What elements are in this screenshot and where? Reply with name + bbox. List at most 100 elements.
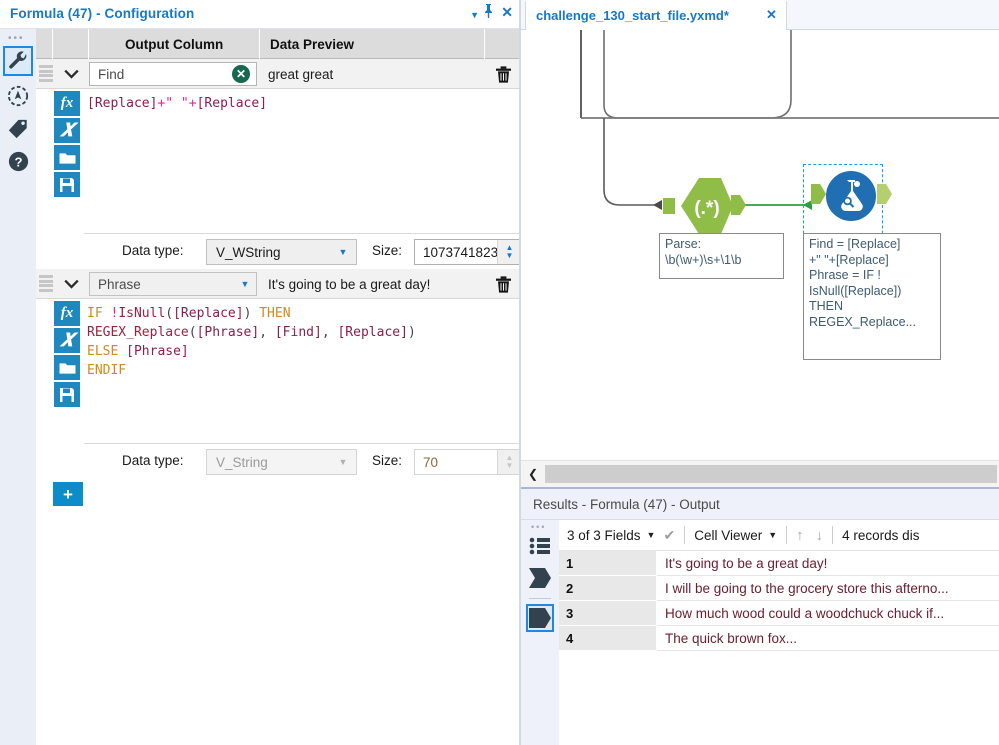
formula-expression-editor[interactable]: IF !IsNull([Replace]) THEN REGEX_Replace(…	[84, 302, 521, 437]
expression-token: +	[188, 96, 197, 111]
fx-icon[interactable]: fx	[54, 91, 80, 116]
check-icon[interactable]: ✔	[663, 527, 675, 544]
scroll-left-button[interactable]: ❮	[523, 463, 543, 485]
regex-output-port[interactable]	[731, 193, 747, 220]
expression-token: [Replace]	[87, 96, 158, 111]
save-icon[interactable]	[54, 382, 80, 407]
cell-record[interactable]: 4	[559, 626, 657, 651]
expression-token: )	[407, 325, 416, 340]
tab-label: challenge_130_start_file.yxmd*	[536, 8, 729, 23]
table-row[interactable]: 4 The quick brown fox...	[559, 626, 999, 651]
workflow-canvas[interactable]: (.*) Parse: \b(\w+)\s+\1\b Find = [Repla…	[521, 30, 999, 460]
results-toolbar: 3 of 3 Fields ▼ ✔ Cell Viewer ▼ ↑ ↓ 4 re…	[559, 520, 999, 551]
output-anchor-icon[interactable]	[526, 604, 554, 632]
formula-expression-editor[interactable]: [Replace]+" "+[Replace]	[84, 92, 521, 227]
regex-tool[interactable]: (.*)	[663, 176, 735, 239]
expression-token: [Phrase]	[126, 344, 189, 359]
tag-icon[interactable]	[3, 114, 33, 144]
records-status: 4 records dis	[842, 527, 920, 543]
config-panel-empty-area	[36, 506, 521, 745]
toolbar-divider	[684, 526, 686, 544]
help-icon[interactable]: ?	[3, 146, 33, 176]
cell-phrase[interactable]: The quick brown fox...	[657, 626, 999, 651]
chevron-down-icon[interactable]	[56, 272, 86, 296]
chevron-down-icon[interactable]	[56, 62, 86, 86]
output-column-value: Phrase	[98, 276, 141, 292]
page-title: Formula (47) - Configuration	[10, 6, 195, 21]
formula-tool-annotation: Find = [Replace] +" "+[Replace] Phrase =…	[803, 233, 941, 360]
output-column-input[interactable]: Find ✕	[89, 62, 257, 86]
formula-row-header: Phrase ▼ It's going to be a great day!	[36, 269, 521, 299]
tab-workflow[interactable]: challenge_130_start_file.yxmd* ✕	[525, 0, 787, 30]
regex-tool-annotation: Parse: \b(\w+)\s+\1\b	[659, 233, 784, 279]
stepper-down-icon: ▼	[505, 251, 514, 260]
chevron-down-icon: ▼	[646, 530, 656, 540]
cell-phrase[interactable]: I will be going to the grocery store thi…	[657, 576, 999, 601]
clear-icon[interactable]: ✕	[232, 65, 250, 83]
scrollbar-thumb[interactable]	[545, 465, 997, 483]
close-icon[interactable]: ✕	[501, 4, 513, 20]
toolbar-divider	[786, 526, 788, 544]
chi-variable-icon[interactable]: 𝑿	[54, 118, 80, 143]
target-icon[interactable]	[3, 81, 33, 111]
regex-tool-glyph: (.*)	[694, 198, 719, 219]
cell-phrase[interactable]: It's going to be a great day!	[657, 551, 999, 576]
toolbar-divider	[832, 526, 834, 544]
grid-header-expand	[53, 29, 89, 59]
expression-token: ,	[259, 325, 275, 340]
expression-token: [Phrase]	[196, 325, 260, 340]
formula-output-port[interactable]	[877, 182, 893, 209]
results-title: Results - Formula (47) - Output	[533, 497, 720, 512]
canvas-horizontal-scrollbar[interactable]: ❮	[521, 460, 999, 487]
expression-token: REGEX_Replace	[87, 325, 189, 340]
fields-label: 3 of 3 Fields	[567, 527, 641, 543]
chevron-down-icon[interactable]: ▼	[470, 7, 479, 23]
add-formula-button[interactable]: +	[53, 482, 83, 506]
tab-strip: challenge_130_start_file.yxmd* ✕	[521, 0, 999, 30]
expression-token: [Replace]	[337, 325, 408, 340]
save-icon[interactable]	[54, 172, 80, 197]
rail-divider	[529, 598, 551, 599]
cell-record[interactable]: 1	[559, 551, 657, 576]
cell-phrase[interactable]: How much wood could a woodchuck chuck if…	[657, 601, 999, 626]
fx-icon[interactable]: fx	[54, 301, 80, 326]
view-mode-selector[interactable]: Cell Viewer ▼	[694, 528, 777, 543]
formula-tool[interactable]	[825, 170, 877, 225]
drag-handle-icon[interactable]	[39, 65, 53, 82]
rail-dots: •••	[8, 33, 25, 44]
results-titlebar: Results - Formula (47) - Output	[521, 489, 999, 520]
view-mode-label: Cell Viewer	[694, 527, 763, 543]
arrow-up-icon[interactable]: ↑	[796, 527, 804, 544]
chevron-down-icon: ▼	[338, 247, 348, 257]
wrench-icon[interactable]	[3, 46, 33, 76]
data-type-select[interactable]: V_WString ▼	[206, 239, 357, 265]
open-folder-icon[interactable]	[54, 145, 80, 170]
table-row[interactable]: 1 It's going to be a great day!	[559, 551, 999, 576]
arrow-down-icon[interactable]: ↓	[816, 527, 824, 544]
open-folder-icon[interactable]	[54, 355, 80, 380]
fields-selector[interactable]: 3 of 3 Fields ▼	[567, 528, 655, 543]
delete-row-button[interactable]	[491, 63, 515, 85]
rail-dots: •••	[531, 522, 547, 532]
pin-icon[interactable]	[482, 4, 495, 21]
size-label: Size:	[372, 453, 403, 468]
delete-row-button[interactable]	[491, 273, 515, 295]
stepper-down-icon: ▼	[505, 461, 514, 470]
expression-token: (	[165, 306, 174, 321]
svg-text:?: ?	[14, 154, 22, 169]
cell-record[interactable]: 3	[559, 601, 657, 626]
formula-grid-header: Output Column Data Preview	[36, 29, 521, 59]
table-row[interactable]: 2I will be going to the grocery store th…	[559, 576, 999, 601]
expression-token: ENDIF	[87, 363, 127, 378]
cell-record[interactable]: 2	[559, 576, 657, 601]
quantity-stepper[interactable]: ▲ ▼	[497, 240, 521, 264]
table-row[interactable]: 3 How much wood could a woodchuck chuck i…	[559, 601, 999, 626]
chi-variable-icon[interactable]: 𝑿	[54, 328, 80, 353]
close-icon[interactable]: ✕	[766, 7, 777, 23]
drag-handle-icon[interactable]	[39, 275, 53, 292]
output-column-select[interactable]: Phrase ▼	[89, 272, 257, 296]
size-input[interactable]: 1073741823 ▲ ▼	[414, 239, 522, 265]
field-list-icon[interactable]	[526, 532, 554, 560]
formula-datatype-row: Data type: V_WString ▼ Size: 1073741823 …	[84, 233, 522, 269]
input-anchor-icon[interactable]	[526, 564, 554, 592]
